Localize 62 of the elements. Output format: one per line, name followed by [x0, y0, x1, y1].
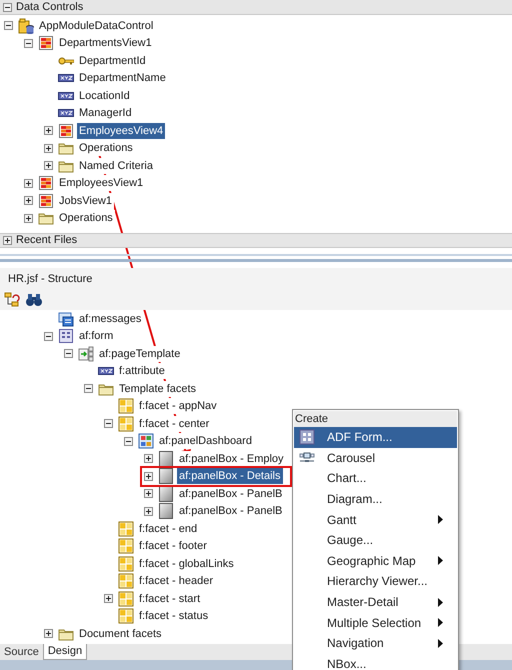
table-icon [38, 35, 54, 52]
expand-toggle[interactable] [24, 178, 33, 188]
menu-item[interactable]: Diagram... [294, 488, 457, 510]
form-icon [58, 328, 74, 344]
message-icon [58, 310, 74, 327]
expand-toggle[interactable] [144, 489, 153, 498]
grid-icon [118, 608, 134, 624]
expand-toggle[interactable] [44, 144, 53, 153]
collapse-toggle[interactable] [64, 349, 73, 358]
menu-item[interactable]: Gantt [294, 509, 457, 530]
view-tab[interactable]: Design [42, 644, 88, 660]
panel-title: HR.jsf - Structure [8, 272, 92, 287]
tree-item[interactable]: DepartmentName [77, 70, 168, 86]
menu-item[interactable]: Hierarchy Viewer... [294, 571, 457, 592]
expand-toggle[interactable] [44, 629, 53, 638]
panel-box-icon [158, 486, 174, 502]
collapse-toggle[interactable] [84, 384, 93, 394]
form-icon [298, 429, 314, 446]
menu-item[interactable]: ADF Form... [294, 427, 457, 448]
expand-toggle[interactable] [144, 472, 153, 481]
expand-toggle[interactable] [24, 214, 33, 223]
table-icon [58, 122, 74, 139]
expand-toggle[interactable] [104, 594, 113, 604]
section-title[interactable]: Data Controls [16, 0, 84, 16]
collapse-toggle[interactable] [24, 38, 33, 48]
tree-item[interactable]: af:panelBox - Employ [177, 450, 286, 467]
tree-item[interactable]: DepartmentsView1 [57, 35, 154, 52]
collapse-toggle[interactable] [3, 2, 12, 12]
expand-toggle[interactable] [44, 161, 53, 170]
collapse-toggle[interactable] [4, 21, 13, 30]
menu-item[interactable]: Gauge... [294, 530, 457, 551]
tree-item[interactable]: EmployeesView4 [77, 122, 166, 139]
menu-item[interactable]: Chart... [294, 468, 457, 489]
section-title[interactable]: Recent Files [16, 232, 78, 249]
database-icon [18, 18, 34, 34]
tree-navigate-icon[interactable] [4, 292, 20, 308]
grid-icon [118, 573, 134, 590]
panel-box-icon [158, 468, 174, 484]
page-template-icon [78, 346, 94, 362]
grid-icon [118, 556, 134, 572]
grid-icon [118, 590, 134, 607]
binoculars-icon[interactable] [26, 293, 42, 307]
menu-header: Create [294, 411, 457, 427]
expand-toggle[interactable] [144, 506, 153, 516]
grid-icon [118, 520, 134, 537]
table-icon [38, 175, 54, 192]
tree-item[interactable]: af:panelBox - Details [177, 468, 282, 484]
menu-item[interactable]: Multiple Selection [294, 612, 457, 633]
menu-item[interactable]: Geographic Map [294, 550, 457, 572]
expand-toggle[interactable] [3, 236, 12, 245]
menu-item[interactable]: NBox... [294, 654, 457, 670]
menu-item[interactable]: Carousel [294, 448, 457, 468]
expand-toggle[interactable] [24, 196, 33, 206]
tree-item[interactable]: ManagerId [77, 105, 134, 122]
menu-item[interactable]: Navigation [294, 632, 457, 654]
grid-icon [118, 538, 134, 554]
expand-toggle[interactable] [44, 126, 53, 136]
menu-item[interactable]: Master-Detail [294, 592, 457, 612]
collapse-toggle[interactable] [44, 332, 53, 341]
tree-item[interactable]: af:panelBox - PanelB [177, 503, 284, 520]
panel-box-icon [158, 503, 174, 520]
table-icon [38, 192, 54, 209]
